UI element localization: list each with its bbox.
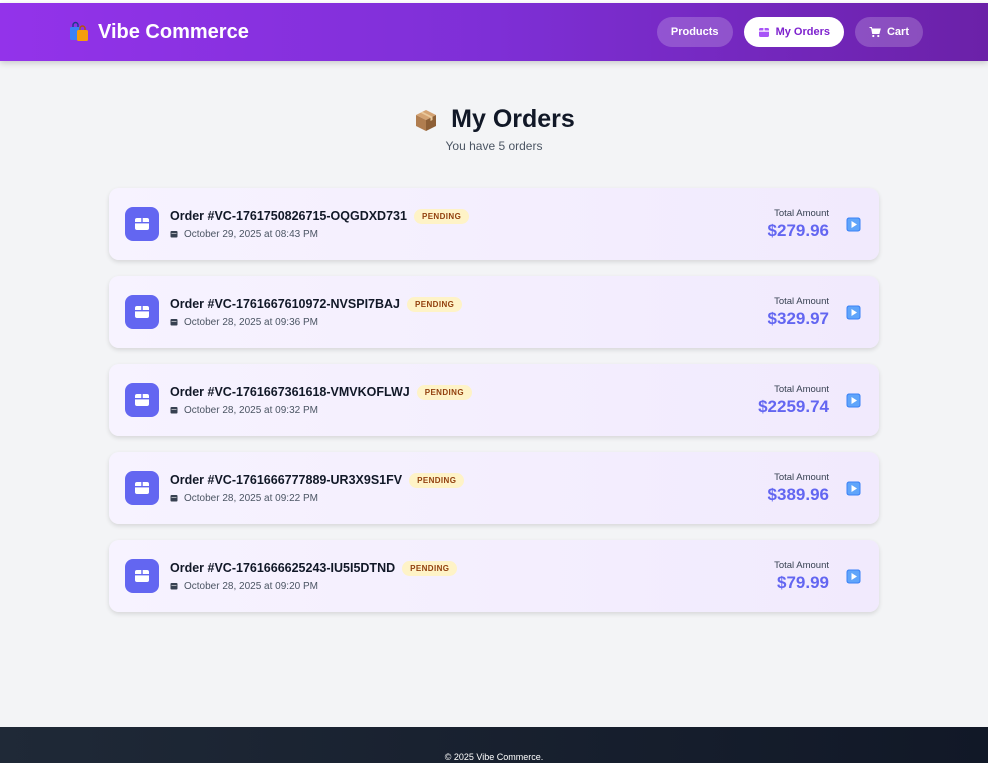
play-icon[interactable]	[846, 393, 861, 408]
box-icon	[135, 306, 149, 318]
order-amount: $279.96	[767, 220, 829, 240]
calendar-icon	[170, 407, 178, 414]
order-card[interactable]: Order #VC-1761750826715-OQGDXD731 PENDIN…	[109, 188, 879, 260]
nav-cart-label: Cart	[886, 26, 909, 38]
nav-orders-button[interactable]: My Orders	[743, 17, 844, 47]
status-badge: PENDING	[409, 472, 465, 488]
package-icon	[758, 28, 769, 37]
box-icon	[135, 482, 149, 494]
amount-block: Total Amount $279.96	[768, 208, 829, 241]
order-date: October 28, 2025 at 09:22 PM	[184, 492, 318, 504]
box-icon	[135, 394, 149, 406]
brand-name: Vibe Commerce	[98, 20, 249, 43]
calendar-icon	[170, 495, 178, 502]
order-id: Order #VC-1761666777889-UR3X9S1FV	[170, 473, 403, 487]
amount-block: Total Amount $389.96	[768, 472, 829, 505]
amount-block: Total Amount $79.99	[774, 560, 829, 593]
order-id: Order #VC-1761667610972-NVSPI7BAJ	[170, 297, 400, 311]
amount-label: Total Amount	[774, 295, 829, 307]
order-id: Order #VC-1761666625243-IU5I5DTND	[170, 561, 396, 575]
footer-copyright: © 2025 Vibe Commerce.	[444, 752, 544, 762]
order-count: You have 5 orders	[445, 139, 543, 153]
calendar-icon	[170, 319, 178, 326]
status-badge: PENDING	[416, 384, 472, 400]
order-icon	[125, 207, 159, 241]
order-amount: $389.96	[767, 484, 829, 504]
order-date: October 29, 2025 at 08:43 PM	[184, 228, 318, 240]
page-title: My Orders	[451, 105, 575, 133]
order-icon	[125, 471, 159, 505]
order-amount: $329.97	[767, 308, 829, 328]
calendar-icon	[170, 231, 178, 238]
amount-label: Total Amount	[774, 559, 829, 571]
nav-orders-label: My Orders	[775, 26, 830, 38]
order-date: October 28, 2025 at 09:32 PM	[184, 404, 318, 416]
play-icon[interactable]	[846, 569, 861, 584]
shopping-bags-icon	[70, 21, 88, 41]
order-card[interactable]: Order #VC-1761666777889-UR3X9S1FV PENDIN…	[109, 452, 879, 524]
amount-label: Total Amount	[774, 471, 829, 483]
main-content: My Orders You have 5 orders Order #VC-17…	[0, 61, 988, 612]
amount-block: Total Amount $329.97	[768, 296, 829, 329]
order-icon	[125, 559, 159, 593]
order-amount: $2259.74	[758, 396, 829, 416]
order-info: Order #VC-1761750826715-OQGDXD731 PENDIN…	[170, 208, 470, 240]
nav-cart-button[interactable]: Cart	[854, 17, 923, 47]
box-icon	[416, 109, 437, 131]
play-icon[interactable]	[846, 481, 861, 496]
order-info: Order #VC-1761667361618-VMVKOFLWJ PENDIN…	[170, 384, 472, 416]
play-icon[interactable]	[846, 217, 861, 232]
box-icon	[135, 218, 149, 230]
amount-block: Total Amount $2259.74	[758, 384, 829, 417]
orders-list: Order #VC-1761750826715-OQGDXD731 PENDIN…	[109, 188, 879, 612]
amount-label: Total Amount	[774, 207, 829, 219]
order-icon	[125, 295, 159, 329]
amount-label: Total Amount	[774, 383, 829, 395]
order-date: October 28, 2025 at 09:20 PM	[184, 580, 318, 592]
order-info: Order #VC-1761666625243-IU5I5DTND PENDIN…	[170, 560, 458, 592]
box-icon	[135, 570, 149, 582]
play-icon[interactable]	[846, 305, 861, 320]
nav-products-button[interactable]: Products	[656, 17, 733, 47]
calendar-icon	[170, 583, 178, 590]
main-nav: Products My Orders Cart	[656, 17, 923, 47]
nav-products-label: Products	[670, 26, 719, 38]
order-info: Order #VC-1761666777889-UR3X9S1FV PENDIN…	[170, 472, 465, 504]
order-icon	[125, 383, 159, 417]
order-info: Order #VC-1761667610972-NVSPI7BAJ PENDIN…	[170, 296, 463, 328]
status-badge: PENDING	[407, 296, 463, 312]
status-badge: PENDING	[413, 208, 470, 224]
page-footer: © 2025 Vibe Commerce.	[0, 727, 988, 763]
app-header: Vibe Commerce Products My Orders Cart	[0, 3, 988, 61]
order-amount: $79.99	[777, 572, 829, 592]
order-id: Order #VC-1761667361618-VMVKOFLWJ	[170, 385, 410, 399]
page-title-row: My Orders	[0, 105, 988, 134]
order-card[interactable]: Order #VC-1761667361618-VMVKOFLWJ PENDIN…	[109, 364, 879, 436]
cart-icon	[869, 27, 881, 38]
order-id: Order #VC-1761750826715-OQGDXD731	[170, 209, 407, 223]
order-card[interactable]: Order #VC-1761666625243-IU5I5DTND PENDIN…	[109, 540, 879, 612]
brand[interactable]: Vibe Commerce	[68, 21, 249, 44]
order-card[interactable]: Order #VC-1761667610972-NVSPI7BAJ PENDIN…	[109, 276, 879, 348]
order-date: October 28, 2025 at 09:36 PM	[184, 316, 318, 328]
status-badge: PENDING	[402, 560, 458, 576]
